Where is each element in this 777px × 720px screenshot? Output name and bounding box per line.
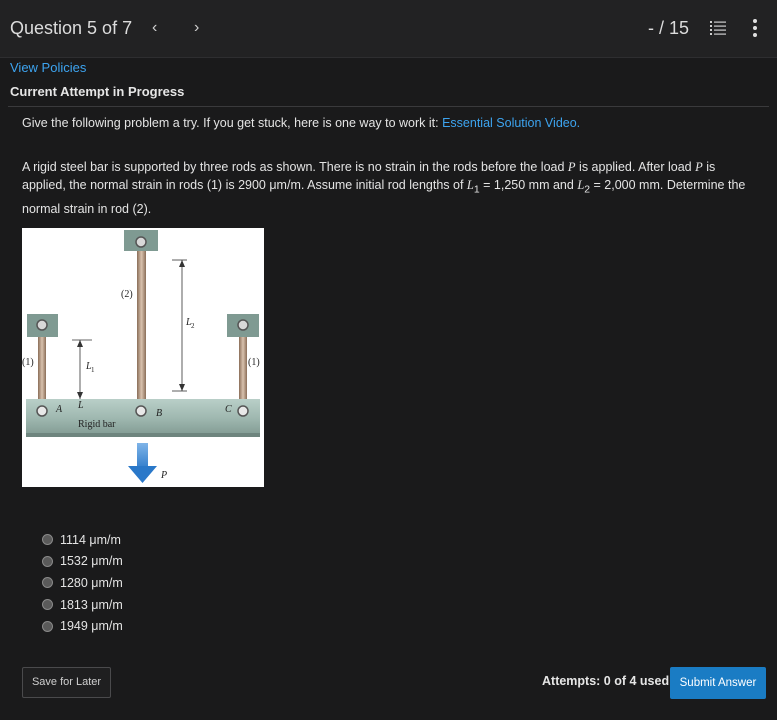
rod-2-label: (2) <box>121 289 133 300</box>
answer-option[interactable]: 1114 μm/m <box>42 529 123 551</box>
var-l1: L <box>466 178 474 192</box>
problem-figure: (1) (1) (2) L L 1 L 2 A B C Rigid bar P <box>22 228 264 487</box>
more-options-icon[interactable] <box>752 18 758 38</box>
answer-option[interactable]: 1813 μm/m <box>42 594 123 616</box>
rod-1-left-label: (1) <box>22 357 34 368</box>
problem-text: A rigid steel bar is supported by three … <box>22 160 568 174</box>
save-for-later-button[interactable]: Save for Later <box>22 667 111 698</box>
problem-statement: A rigid steel bar is supported by three … <box>22 158 762 218</box>
radio-button[interactable] <box>42 534 53 546</box>
answer-option-label: 1813 μm/m <box>60 597 123 612</box>
next-question-icon[interactable]: › <box>194 19 199 37</box>
previous-question-icon[interactable]: ‹ <box>152 19 157 37</box>
submit-answer-button[interactable]: Submit Answer <box>670 667 766 699</box>
attempt-status: Current Attempt in Progress <box>10 84 185 99</box>
answer-option-label: 1280 μm/m <box>60 575 123 590</box>
intro-text: Give the following problem a try. If you… <box>22 116 580 130</box>
view-policies-link[interactable]: View Policies <box>10 60 86 75</box>
answer-option[interactable]: 1949 μm/m <box>42 615 123 637</box>
answer-option-label: 1114 μm/m <box>60 532 121 547</box>
radio-button[interactable] <box>42 620 53 632</box>
problem-text: = 1,250 mm and <box>479 178 578 192</box>
var-p: P <box>567 160 576 174</box>
top-bar: Question 5 of 7 ‹ › - / 15 <box>0 0 777 58</box>
solution-video-link[interactable]: Essential Solution Video. <box>442 116 580 130</box>
rod-1-right-label: (1) <box>248 357 260 368</box>
rod-1-left <box>38 337 46 407</box>
point-c-label: C <box>225 404 232 415</box>
radio-button[interactable] <box>42 577 53 589</box>
answer-options: 1114 μm/m 1532 μm/m 1280 μm/m 1813 μm/m … <box>42 529 123 637</box>
radio-button[interactable] <box>42 599 53 611</box>
answer-option[interactable]: 1532 μm/m <box>42 551 123 573</box>
answer-option-label: 1532 μm/m <box>60 554 123 569</box>
attempts-counter: Attempts: 0 of 4 used <box>542 674 670 688</box>
divider <box>8 106 769 107</box>
question-list-icon[interactable] <box>710 20 726 36</box>
rod-bar-diagram: (1) (1) (2) L L 1 L 2 A B C Rigid bar P <box>22 230 260 483</box>
label-l1: L <box>77 400 84 411</box>
load-arrow-icon <box>128 466 157 483</box>
radio-button[interactable] <box>42 555 53 567</box>
load-label: P <box>160 470 167 481</box>
rod-2 <box>137 251 146 416</box>
point-b-label: B <box>156 408 162 419</box>
var-p: P <box>695 160 703 174</box>
label-l1-sub: 1 <box>91 366 95 374</box>
question-title: Question 5 of 7 <box>10 18 133 38</box>
problem-text: is applied. After load <box>575 160 696 174</box>
answer-option[interactable]: 1280 μm/m <box>42 572 123 594</box>
rod-1-right <box>239 337 247 407</box>
rigid-bar-label: Rigid bar <box>78 419 116 430</box>
point-a-label: A <box>55 404 63 415</box>
label-l2-sub: 2 <box>191 322 195 330</box>
score-display: - / 15 <box>648 18 690 38</box>
intro-sentence: Give the following problem a try. If you… <box>22 116 443 130</box>
answer-option-label: 1949 μm/m <box>60 619 123 634</box>
